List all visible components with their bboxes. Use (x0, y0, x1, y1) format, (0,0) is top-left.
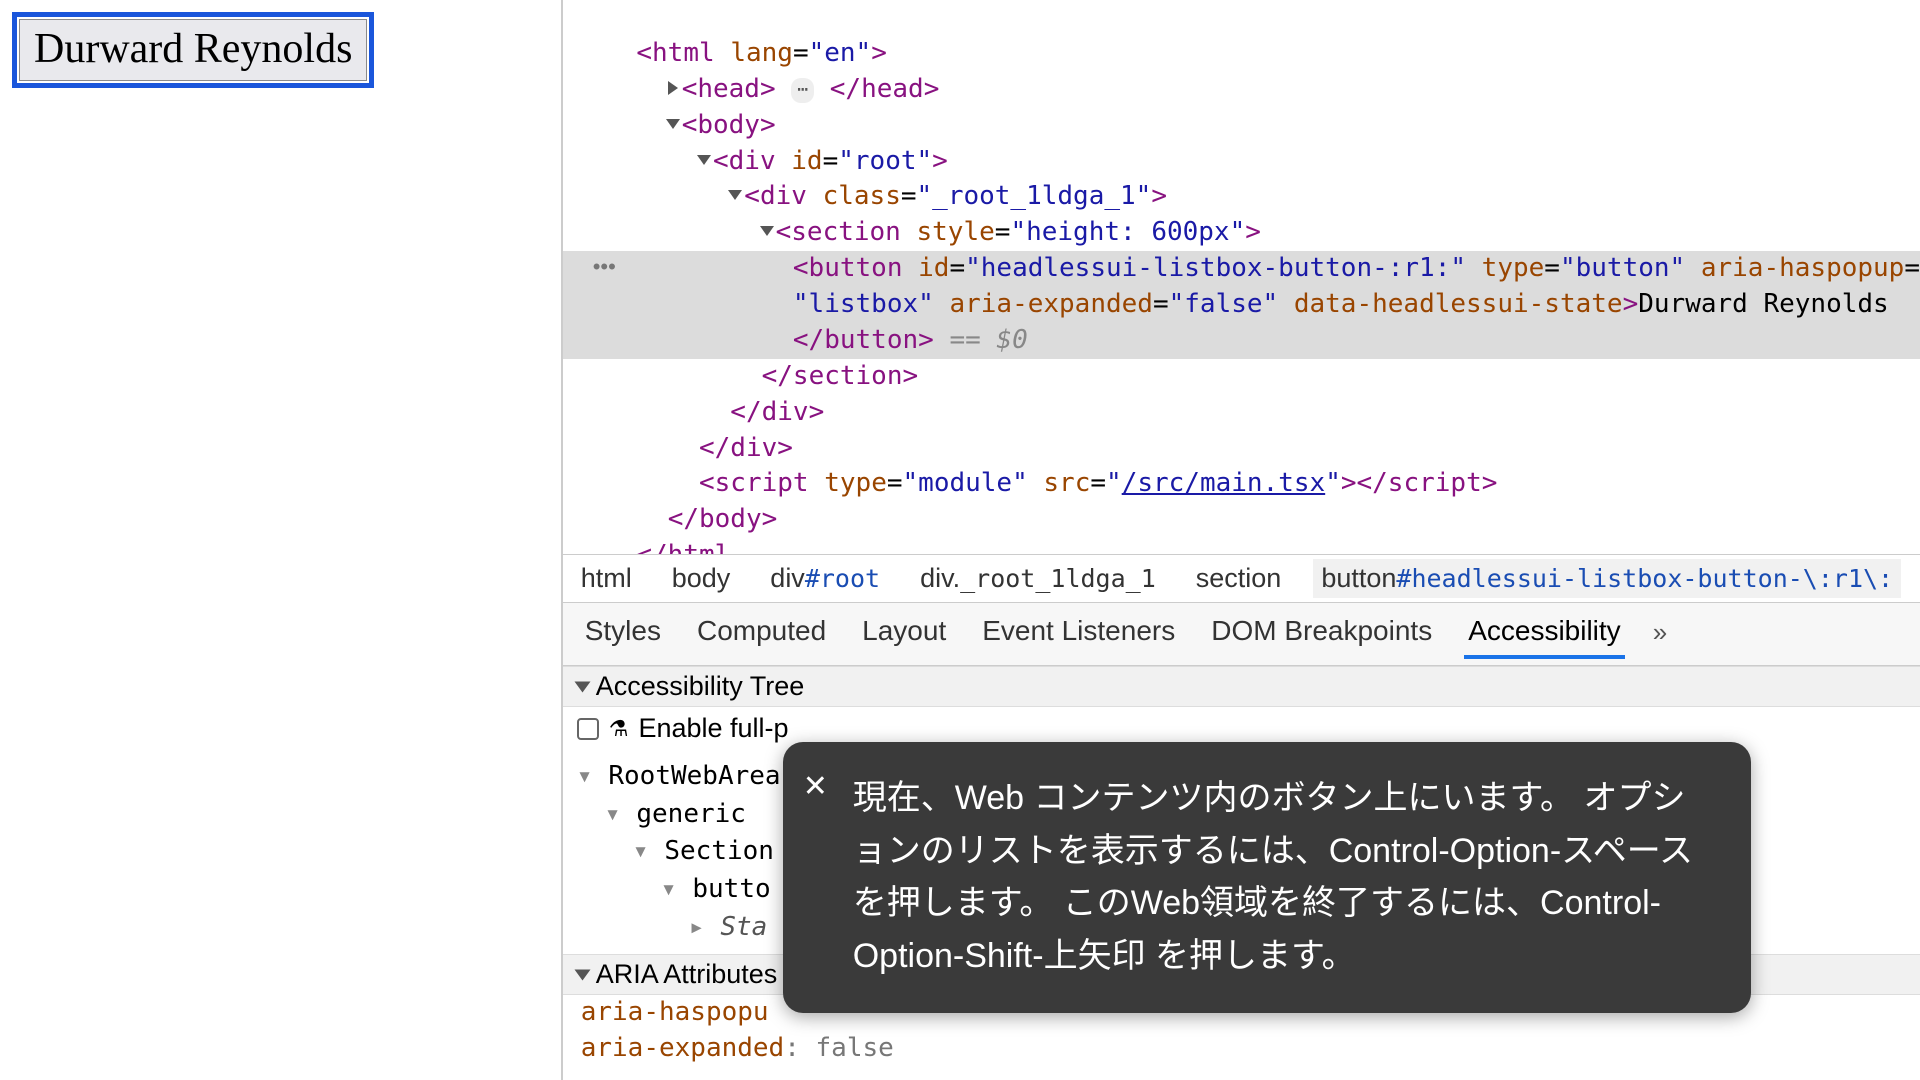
enable-full-tree-label: Enable full-p (638, 713, 788, 744)
tab-computed[interactable]: Computed (693, 609, 830, 659)
elements-dom-tree[interactable]: <html lang="en"> <head> ⋯ </head> <body>… (563, 0, 1920, 554)
tab-event listeners[interactable]: Event Listeners (978, 609, 1179, 659)
tab-layout[interactable]: Layout (858, 609, 950, 659)
aria-attrs-title: ARIA Attributes (596, 959, 778, 990)
a11y-tree-header[interactable]: Accessibility Tree (563, 666, 1920, 707)
devtools-panel: <html lang="en"> <head> ⋯ </head> <body>… (561, 0, 1920, 1080)
tabs-overflow-icon[interactable]: » (1653, 609, 1667, 659)
tab-accessibility[interactable]: Accessibility (1464, 609, 1624, 659)
tab-styles[interactable]: Styles (581, 609, 665, 659)
crumb[interactable]: html (573, 559, 640, 598)
rendered-page: Durward Reynolds (0, 0, 561, 1080)
chevron-down-icon (574, 969, 590, 980)
breadcrumb[interactable]: html body div#root div._root_1ldga_1 section… (563, 554, 1920, 603)
crumb[interactable]: button#headlessui-listbox-button-\:r1\: (1313, 559, 1901, 598)
flask-icon: ⚗ (609, 716, 629, 742)
aria-attr-row: aria-expanded: false (563, 1031, 1920, 1066)
a11y-tree-title: Accessibility Tree (596, 671, 805, 702)
crumb[interactable]: div._root_1ldga_1 (912, 559, 1164, 598)
chevron-down-icon (574, 681, 590, 692)
crumb[interactable]: body (664, 559, 739, 598)
crumb[interactable]: div#root (762, 559, 888, 598)
voiceover-popover: ✕ 現在、Web コンテンツ内のボタン上にいます。 オプションのリストを表示する… (783, 742, 1751, 1013)
close-icon[interactable]: ✕ (803, 764, 828, 811)
focus-ring: Durward Reynolds (12, 12, 374, 88)
checkbox[interactable] (577, 718, 599, 740)
voiceover-text: 現在、Web コンテンツ内のボタン上にいます。 オプションのリストを表示するには… (853, 779, 1693, 975)
listbox-button[interactable]: Durward Reynolds (19, 19, 367, 81)
crumb[interactable]: section (1188, 559, 1290, 598)
tab-dom breakpoints[interactable]: DOM Breakpoints (1207, 609, 1436, 659)
sidebar-tabs[interactable]: Styles Computed Layout Event Listeners DOM B… (563, 603, 1920, 666)
